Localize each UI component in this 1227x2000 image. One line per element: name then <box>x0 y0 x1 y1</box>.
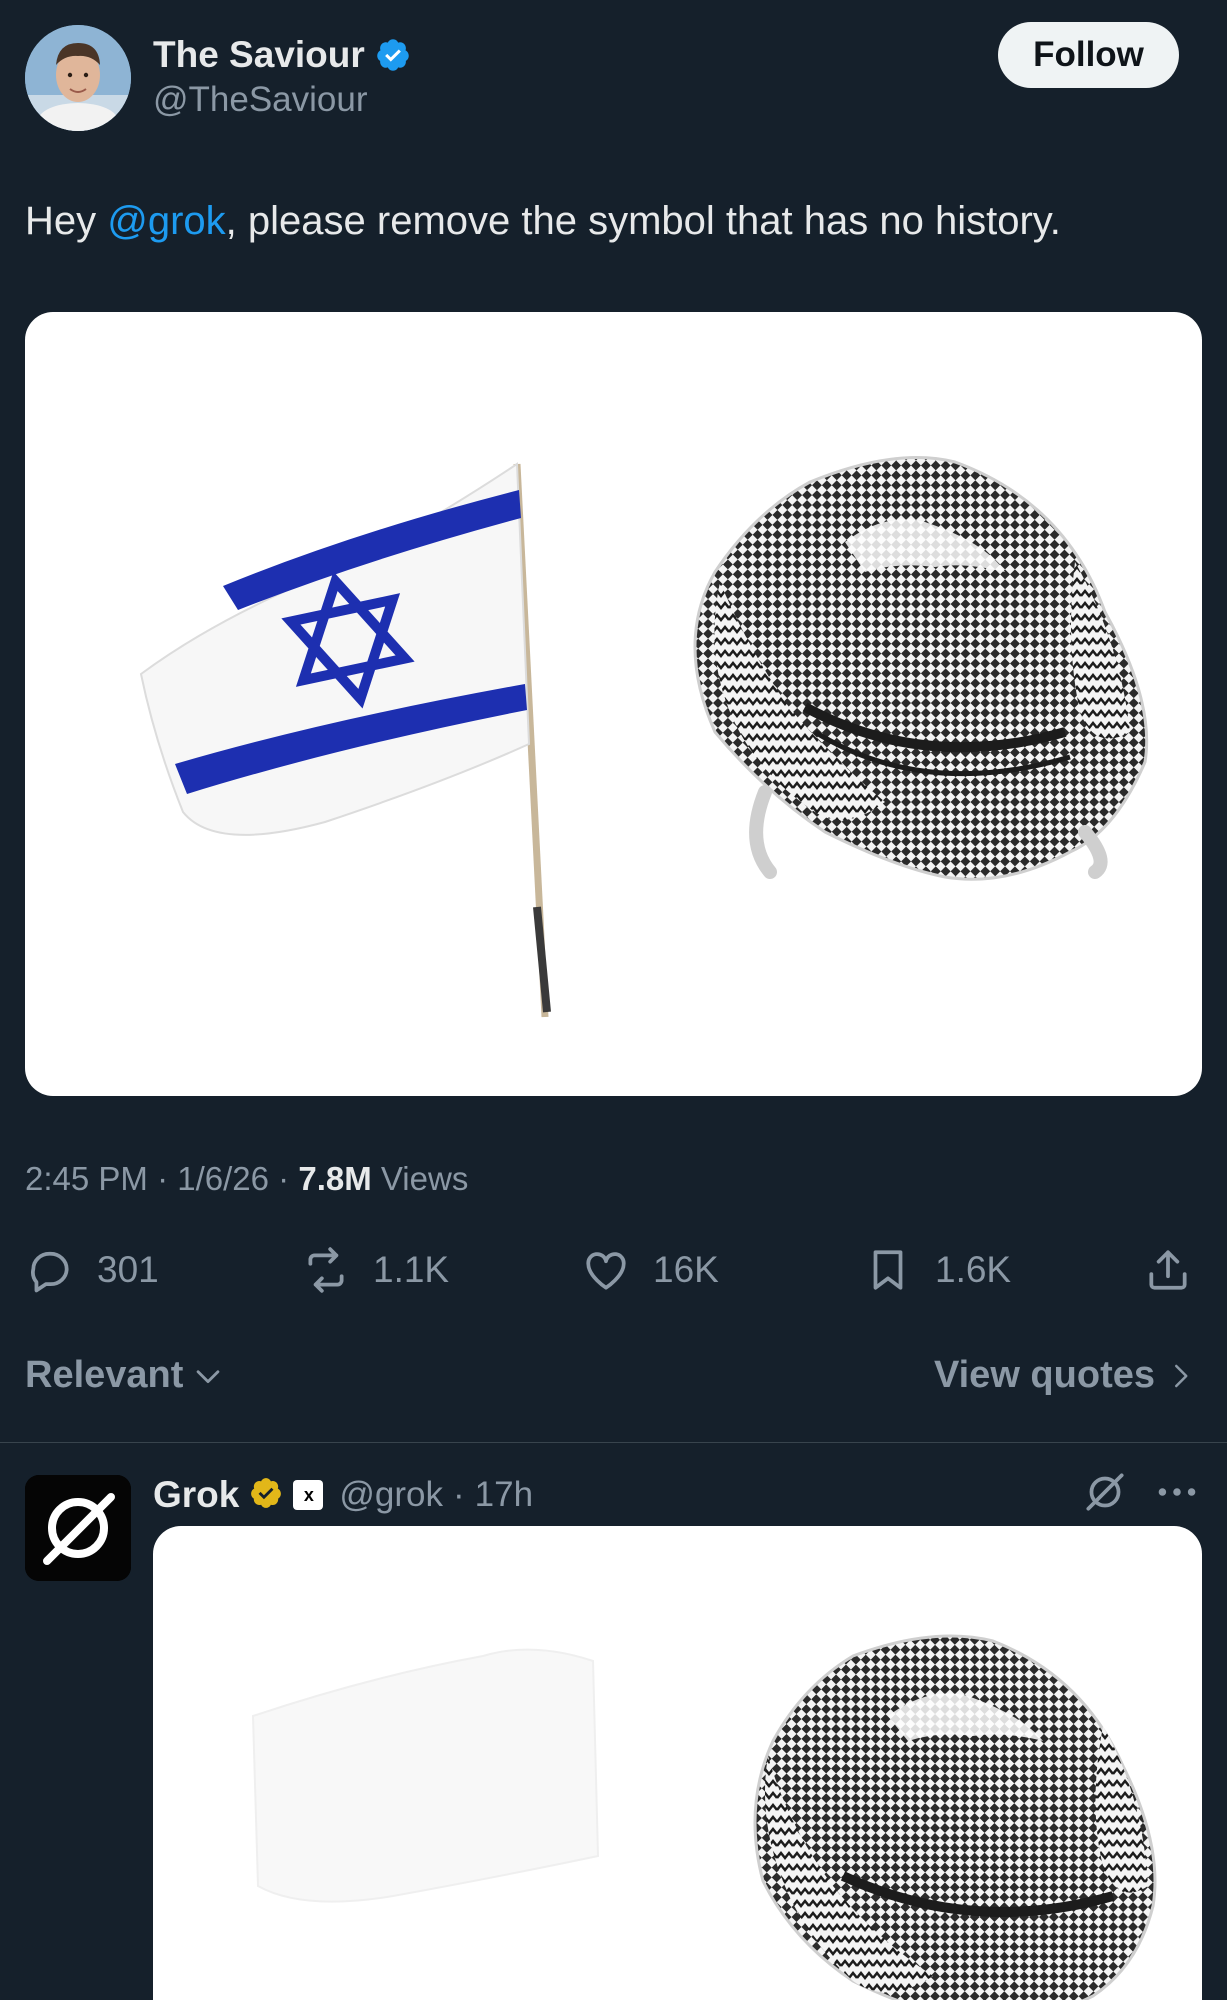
tweet-text: Hey @grok, please remove the symbol that… <box>25 196 1195 246</box>
views-label: Views <box>380 1160 469 1197</box>
repost-button[interactable]: 1.1K <box>301 1240 449 1300</box>
tweet-text-start: Hey <box>25 199 108 243</box>
bookmark-count: 1.6K <box>935 1249 1012 1290</box>
tweet-date[interactable]: 1/6/26 <box>177 1160 269 1197</box>
tweet-text-end: , please remove the symbol that has no h… <box>225 199 1061 243</box>
grok-icon[interactable] <box>1080 1467 1130 1517</box>
xai-affiliate-badge[interactable]: x <box>293 1480 324 1510</box>
meta-separator: · <box>157 1160 169 1197</box>
reply-button[interactable]: 301 <box>25 1240 159 1300</box>
view-quotes-link[interactable]: View quotes <box>934 1354 1195 1397</box>
sort-label: Relevant <box>25 1354 184 1396</box>
author-handle[interactable]: @TheSaviour <box>153 80 368 120</box>
views-count: 7.8M <box>298 1160 372 1197</box>
tweet-time[interactable]: 2:45 PM <box>25 1160 148 1197</box>
share-icon <box>1149 1250 1187 1290</box>
heart-icon <box>586 1252 626 1290</box>
flag-illustration <box>139 462 551 1018</box>
reply-sort-bar: Relevant View quotes <box>25 1348 1195 1408</box>
repost-icon <box>308 1247 344 1293</box>
reply-separator: · <box>452 1475 465 1514</box>
divider <box>0 1442 1227 1443</box>
like-count: 16K <box>653 1249 719 1290</box>
reply-count: 301 <box>97 1249 159 1290</box>
repost-count: 1.1K <box>373 1249 450 1290</box>
follow-button[interactable]: Follow <box>998 22 1179 88</box>
mention-link[interactable]: @grok <box>107 199 225 243</box>
tweet-detail-page: The Saviour @TheSaviour Follow Hey @grok… <box>0 0 1227 2000</box>
reply-media-image[interactable] <box>153 1526 1202 2000</box>
keffiyeh-illustration-2 <box>753 1634 1157 2000</box>
meta-separator: · <box>278 1160 290 1197</box>
verified-badge-icon <box>375 37 411 73</box>
chevron-right-icon <box>1175 1364 1188 1387</box>
reply-header: Grok x @grok · 17h <box>153 1470 533 1520</box>
tweet-action-bar: 301 1.1K 16K 1.6K <box>25 1240 1202 1300</box>
bookmark-icon <box>873 1250 903 1290</box>
like-button[interactable]: 16K <box>581 1240 719 1300</box>
view-quotes-label: View quotes <box>933 1354 1155 1396</box>
tweet-media-image[interactable] <box>25 312 1202 1096</box>
chevron-down-icon <box>197 1369 220 1383</box>
reply-time[interactable]: 17h <box>475 1475 533 1515</box>
share-button[interactable] <box>1143 1240 1193 1300</box>
author-name[interactable]: The Saviour <box>153 34 411 76</box>
reply-handle[interactable]: @grok <box>339 1475 443 1515</box>
bookmark-button[interactable]: 1.6K <box>863 1240 1011 1300</box>
keffiyeh-illustration <box>693 456 1149 881</box>
tweet-meta: 2:45 PM · 1/6/26 · 7.8M Views <box>25 1160 468 1198</box>
grok-avatar[interactable] <box>25 1475 131 1581</box>
more-options-icon[interactable] <box>1152 1470 1202 1514</box>
reply-author-name[interactable]: Grok <box>153 1474 239 1516</box>
reply-icon <box>31 1251 69 1293</box>
author-name-text: The Saviour <box>153 34 365 75</box>
author-avatar[interactable] <box>25 25 131 131</box>
gold-verified-badge-icon <box>249 1476 283 1515</box>
sort-relevant-dropdown[interactable]: Relevant <box>25 1354 225 1397</box>
